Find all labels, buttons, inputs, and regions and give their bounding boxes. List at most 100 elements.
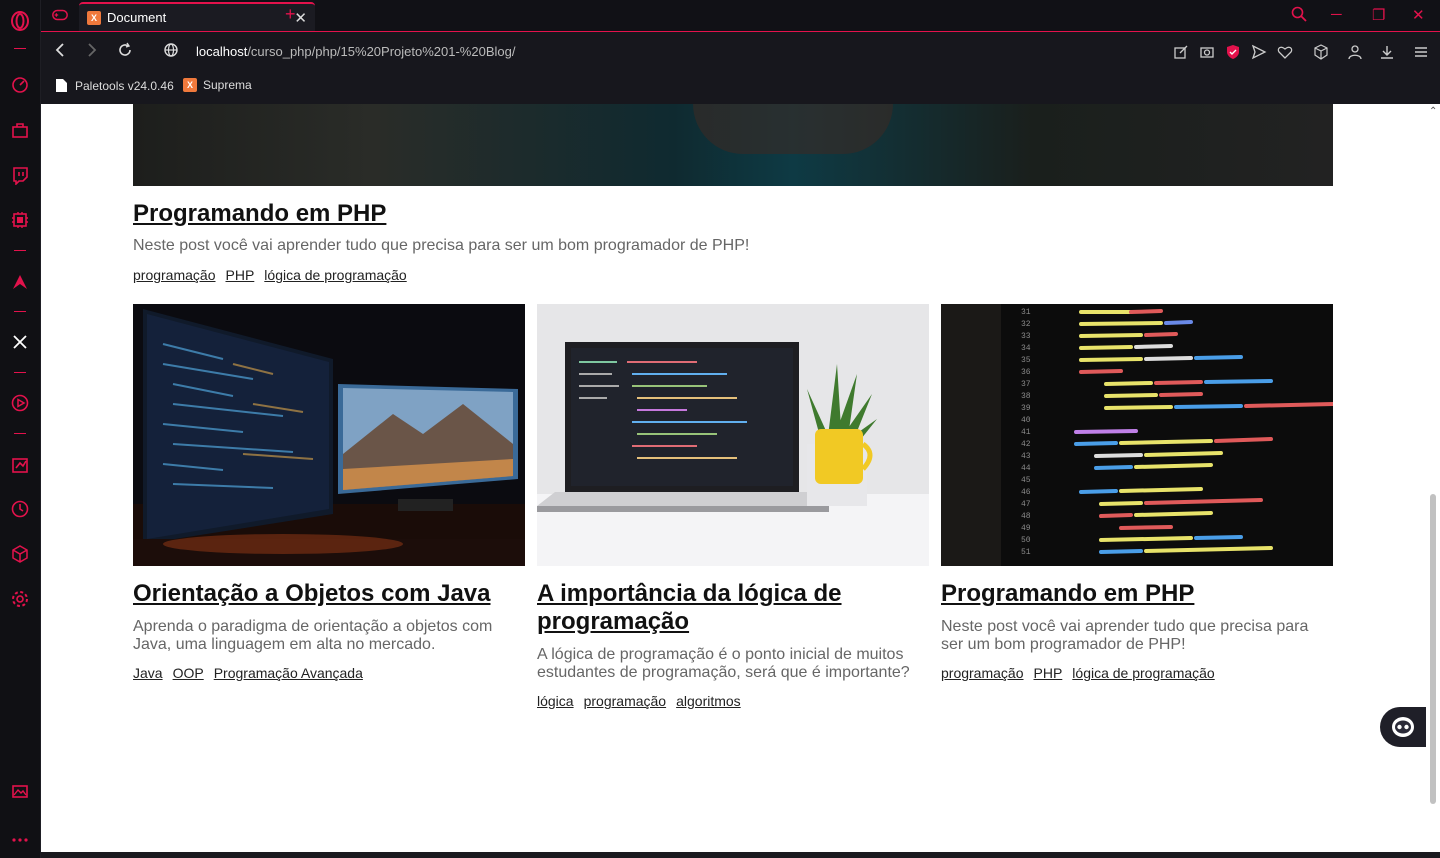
bookmark-paletools[interactable]: Paletools v24.0.46 bbox=[55, 78, 174, 93]
svg-text:32: 32 bbox=[1021, 320, 1031, 329]
back-icon[interactable] bbox=[53, 42, 67, 63]
svg-text:45: 45 bbox=[1021, 476, 1031, 485]
post-title-logica[interactable]: A importância da lógica de programação bbox=[537, 580, 877, 636]
post-description-java: Aprenda o paradigma de orientação a obje… bbox=[133, 618, 493, 653]
svg-text:36: 36 bbox=[1021, 368, 1031, 377]
cpu-limiter-icon[interactable] bbox=[8, 208, 32, 232]
post-title-php[interactable]: Programando em PHP bbox=[941, 580, 1333, 608]
post-tags-php: programação PHP lógica de programação bbox=[941, 665, 1215, 681]
chat-assistant-button[interactable] bbox=[1380, 707, 1426, 747]
player-icon[interactable] bbox=[8, 391, 32, 415]
url-field[interactable]: localhost/curso_php/php/15%20Projeto%201… bbox=[196, 44, 515, 59]
more-icon[interactable] bbox=[8, 828, 32, 852]
post-tags-java: Java OOP Programação Avançada bbox=[133, 665, 363, 681]
post-description-php: Neste post você vai aprender tudo que pr… bbox=[941, 618, 1309, 653]
close-window-icon[interactable]: ✕ bbox=[1412, 6, 1425, 24]
svg-text:49: 49 bbox=[1021, 524, 1031, 533]
svg-text:33: 33 bbox=[1021, 332, 1031, 341]
adblock-shield-icon[interactable] bbox=[1224, 43, 1242, 61]
heart-icon[interactable] bbox=[1276, 43, 1294, 61]
new-tab-icon[interactable]: + bbox=[285, 4, 296, 25]
minimize-icon[interactable]: ─ bbox=[1331, 6, 1342, 23]
tab-document[interactable]: X Document ✕ bbox=[79, 2, 315, 31]
tag-link[interactable]: programação bbox=[584, 693, 667, 709]
featured-post-tags: programação PHP lógica de programação bbox=[133, 267, 407, 283]
blog-page: Programando em PHP Neste post você vai a… bbox=[41, 104, 1426, 852]
tag-link[interactable]: algoritmos bbox=[676, 693, 741, 709]
pinboard-icon[interactable] bbox=[8, 453, 32, 477]
svg-text:47: 47 bbox=[1021, 500, 1031, 509]
svg-text:34: 34 bbox=[1021, 344, 1031, 353]
x-twitter-icon[interactable] bbox=[8, 330, 32, 354]
post-title-java[interactable]: Orientação a Objetos com Java bbox=[133, 580, 525, 608]
scroll-up-arrow-icon[interactable]: ⌃ bbox=[1429, 106, 1437, 117]
account-icon[interactable] bbox=[1346, 43, 1364, 61]
bookmark-label: Suprema bbox=[203, 78, 252, 92]
tag-link[interactable]: PHP bbox=[1034, 665, 1063, 681]
tag-link[interactable]: OOP bbox=[173, 665, 204, 681]
featured-post-title[interactable]: Programando em PHP bbox=[133, 200, 386, 228]
svg-text:46: 46 bbox=[1021, 488, 1031, 497]
close-tab-icon[interactable]: ✕ bbox=[294, 9, 307, 27]
send-icon[interactable] bbox=[1250, 43, 1268, 61]
bot-face-icon bbox=[1392, 717, 1414, 737]
twitch-icon[interactable] bbox=[8, 163, 32, 187]
forward-icon[interactable] bbox=[85, 42, 99, 63]
opera-logo-icon[interactable] bbox=[8, 9, 32, 33]
svg-text:35: 35 bbox=[1021, 356, 1031, 365]
post-tags-logica: lógica programação algoritmos bbox=[537, 693, 741, 709]
gx-corner-icon[interactable] bbox=[8, 118, 32, 142]
url-host: localhost bbox=[196, 44, 248, 59]
site-info-globe-icon[interactable] bbox=[163, 42, 179, 63]
featured-post-image bbox=[133, 104, 1333, 186]
tag-link[interactable]: programação bbox=[941, 665, 1024, 681]
tag-link[interactable]: lógica de programação bbox=[264, 267, 406, 283]
svg-text:31: 31 bbox=[1021, 308, 1031, 317]
tag-link[interactable]: PHP bbox=[226, 267, 255, 283]
search-tabs-icon[interactable] bbox=[1291, 6, 1307, 26]
svg-text:50: 50 bbox=[1021, 536, 1031, 545]
tag-link[interactable]: programação bbox=[133, 267, 216, 283]
svg-text:41: 41 bbox=[1021, 428, 1031, 437]
url-path: /curso_php/php/15%20Projeto%201-%20Blog/ bbox=[247, 44, 516, 59]
restore-icon[interactable]: ❐ bbox=[1372, 6, 1385, 24]
scrollbar-thumb[interactable] bbox=[1430, 494, 1436, 804]
post-description-logica: A lógica de programação é o ponto inicia… bbox=[537, 646, 910, 681]
tag-link[interactable]: lógica de programação bbox=[1072, 665, 1214, 681]
svg-text:38: 38 bbox=[1021, 392, 1031, 401]
gamepad-icon[interactable] bbox=[51, 7, 69, 28]
snapshot-camera-icon[interactable] bbox=[1198, 43, 1216, 61]
bookmarks-bar: Paletools v24.0.46 X Suprema bbox=[41, 71, 1440, 104]
xampp-favicon-icon: X bbox=[87, 10, 101, 25]
reload-icon[interactable] bbox=[117, 42, 133, 63]
extensions-cube-icon[interactable] bbox=[1312, 43, 1330, 61]
edit-share-icon[interactable] bbox=[1172, 43, 1190, 61]
tab-title: Document bbox=[107, 10, 167, 25]
opera-sidebar bbox=[0, 0, 41, 858]
svg-text:44: 44 bbox=[1021, 464, 1031, 473]
page-scrollbar[interactable]: ⌃ bbox=[1426, 104, 1440, 852]
svg-text:40: 40 bbox=[1021, 416, 1031, 425]
svg-text:39: 39 bbox=[1021, 404, 1031, 413]
post-image-php[interactable]: 31 32 33 34 35 36 37 38 39 40 41 42 43 44 45 46 47 48… bbox=[941, 304, 1333, 566]
extensions-icon[interactable] bbox=[8, 542, 32, 566]
download-icon[interactable] bbox=[1378, 43, 1396, 61]
tag-link[interactable]: Java bbox=[133, 665, 163, 681]
svg-text:37: 37 bbox=[1021, 380, 1031, 389]
tag-link[interactable]: lógica bbox=[537, 693, 574, 709]
post-image-java[interactable] bbox=[133, 304, 525, 566]
bookmark-suprema[interactable]: X Suprema bbox=[183, 78, 252, 92]
history-icon[interactable] bbox=[8, 497, 32, 521]
svg-text:48: 48 bbox=[1021, 512, 1031, 521]
wallpaper-icon[interactable] bbox=[8, 779, 32, 803]
settings-gear-icon[interactable] bbox=[8, 587, 32, 611]
aria-ai-icon[interactable] bbox=[8, 270, 32, 294]
xampp-favicon-icon: X bbox=[183, 78, 197, 92]
easy-setup-menu-icon[interactable] bbox=[1412, 43, 1430, 61]
svg-text:42: 42 bbox=[1021, 440, 1031, 449]
bookmark-label: Paletools v24.0.46 bbox=[75, 78, 174, 93]
featured-post-description: Neste post você vai aprender tudo que pr… bbox=[133, 237, 750, 254]
tag-link[interactable]: Programação Avançada bbox=[214, 665, 363, 681]
post-image-logica[interactable] bbox=[537, 304, 929, 566]
gx-control-icon[interactable] bbox=[8, 72, 32, 96]
